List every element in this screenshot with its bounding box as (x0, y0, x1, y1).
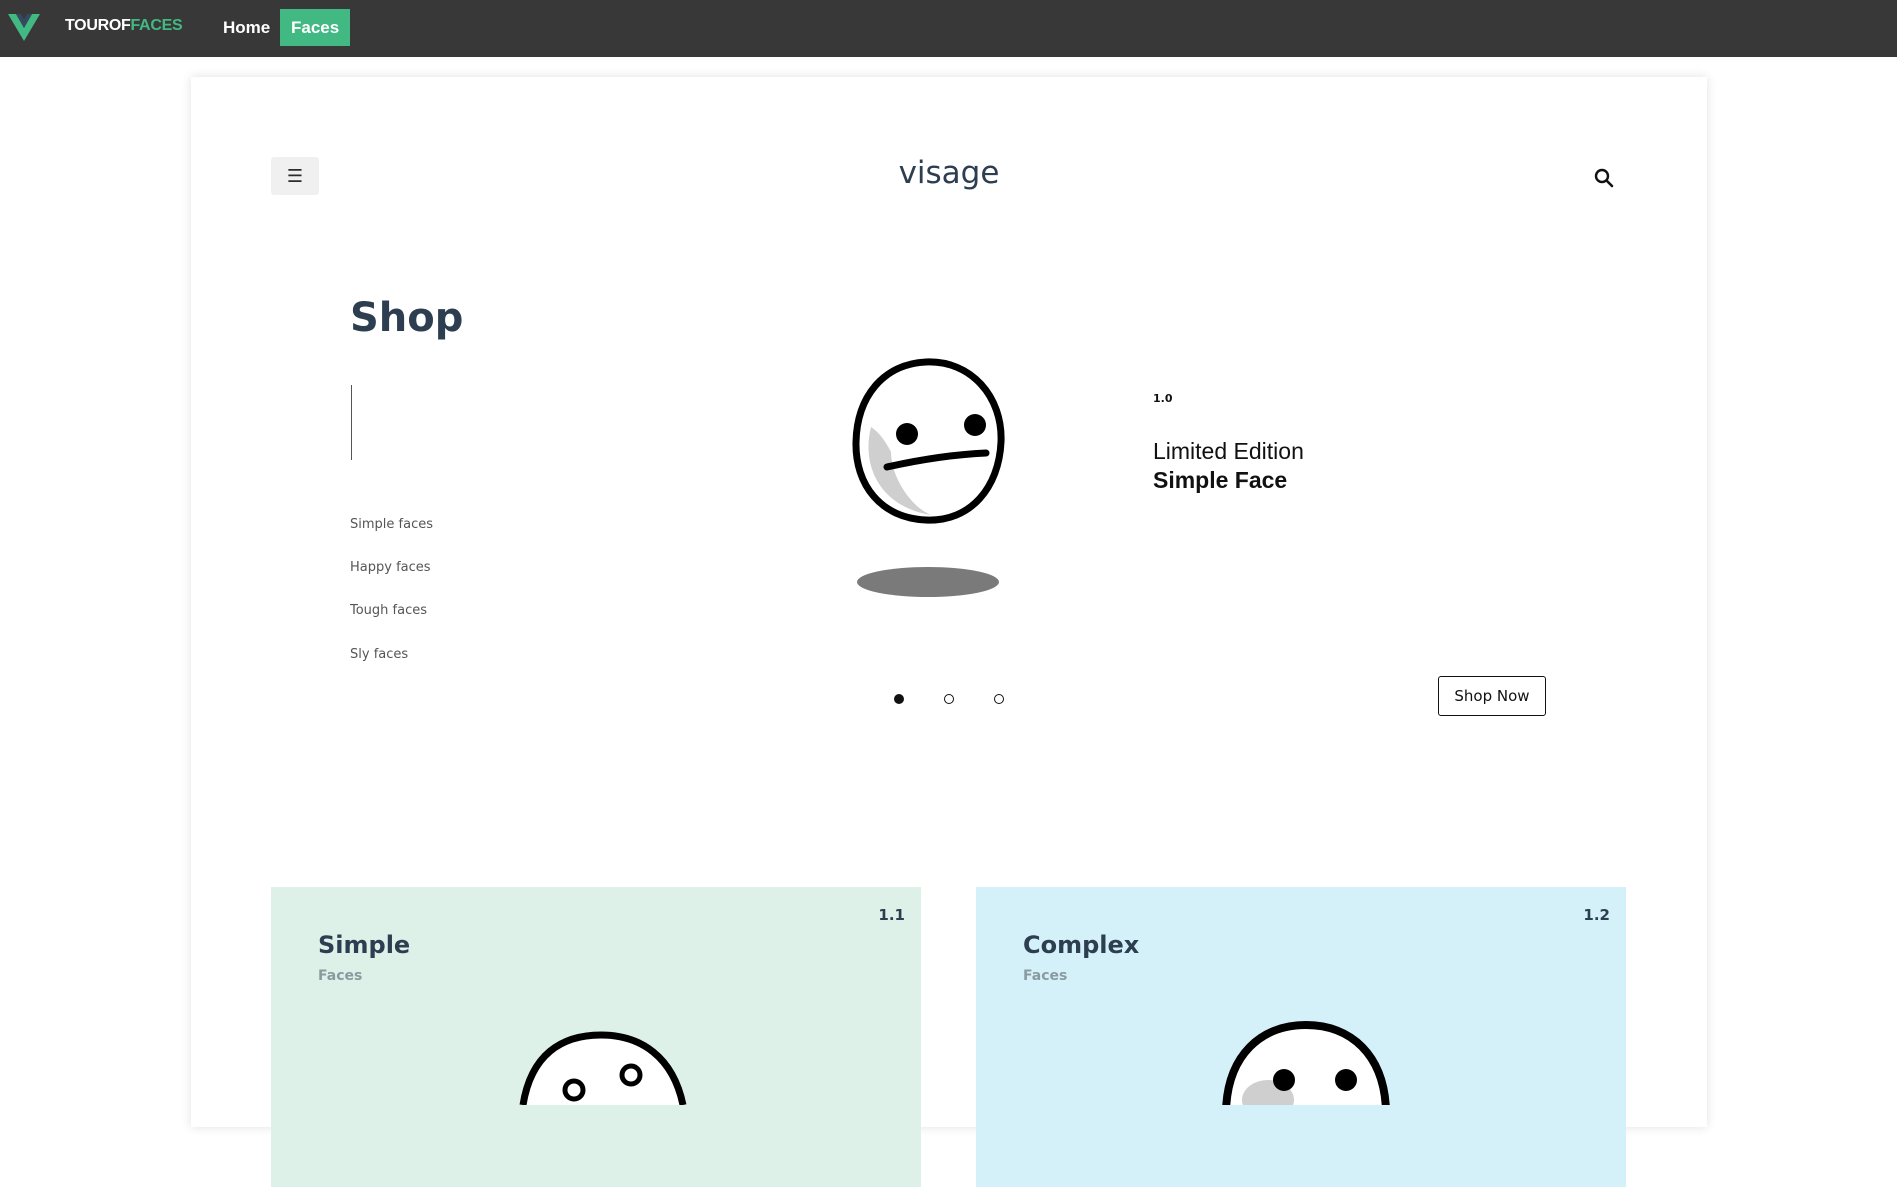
tile-number: 1.1 (878, 906, 905, 924)
category-link-sly[interactable]: Sly faces (350, 647, 408, 662)
category-link-tough[interactable]: Tough faces (350, 603, 427, 618)
divider-line (351, 385, 352, 460)
top-navbar: TOUROFFACES Home Faces (0, 0, 1897, 57)
nav-link-faces[interactable]: Faces (280, 9, 351, 46)
search-icon[interactable] (1593, 167, 1615, 189)
brand-of: OF (108, 17, 131, 34)
carousel-dot-1[interactable] (894, 694, 904, 704)
tile-subtitle: Faces (318, 968, 363, 984)
tile-number: 1.2 (1583, 906, 1610, 924)
brand-logo-text[interactable]: TOUROFFACES (65, 17, 183, 35)
shop-card: ☰ visage Shop Simple faces Happy faces T… (191, 77, 1707, 1187)
tile-title: Complex (1023, 931, 1140, 959)
carousel-dot-2[interactable] (944, 694, 954, 704)
vue-logo-icon[interactable] (8, 12, 40, 42)
edition-number: 1.0 (1153, 392, 1173, 405)
category-link-simple[interactable]: Simple faces (350, 517, 433, 532)
simple-face-illustration (852, 358, 1005, 597)
category-tile-complex[interactable]: 1.2 Complex Faces (976, 887, 1626, 1187)
product-name: Simple Face (1153, 467, 1288, 493)
brand-faces: FACES (130, 17, 183, 34)
shop-now-button[interactable]: Shop Now (1438, 676, 1546, 716)
tile-title: Simple (318, 931, 411, 959)
site-title: visage (898, 155, 1000, 191)
shop-heading: Shop (350, 295, 464, 341)
complex-face-thumbnail (1222, 1020, 1390, 1105)
carousel-dot-3[interactable] (994, 694, 1004, 704)
category-tile-simple[interactable]: 1.1 Simple Faces (271, 887, 921, 1187)
tile-subtitle: Faces (1023, 968, 1068, 984)
category-link-happy[interactable]: Happy faces (350, 560, 431, 575)
nav-link-home[interactable]: Home (212, 9, 281, 46)
simple-face-thumbnail (519, 1031, 687, 1105)
edition-label: Limited Edition (1153, 438, 1304, 464)
brand-tour: TOUR (65, 17, 109, 34)
